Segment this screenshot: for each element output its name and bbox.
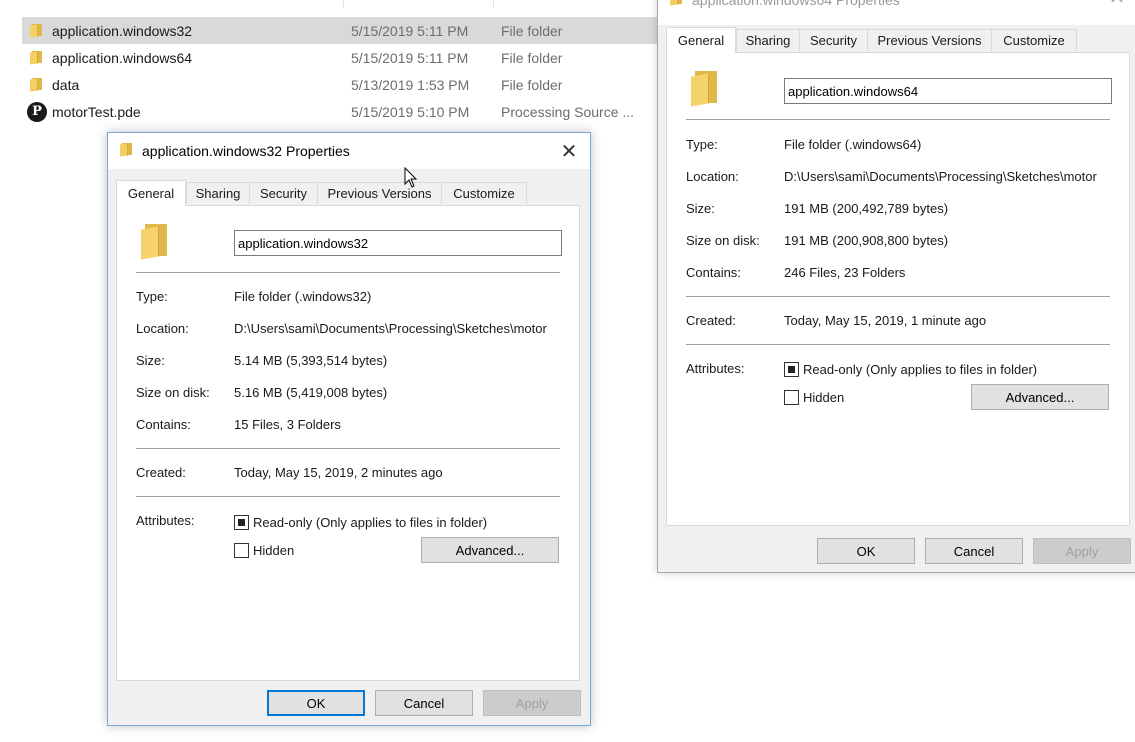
tab-previous-versions[interactable]: Previous Versions: [867, 29, 992, 51]
file-date: 5/15/2019 5:11 PM: [351, 22, 469, 39]
general-tab-panel: Type: File folder (.windows32) Location:…: [116, 205, 580, 681]
file-name: application.windows64: [52, 49, 193, 66]
location-value: D:\Users\sami\Documents\Processing\Sketc…: [784, 169, 1097, 184]
file-type: File folder: [501, 76, 563, 93]
created-label: Created:: [686, 313, 736, 328]
apply-button[interactable]: Apply: [1033, 538, 1131, 564]
file-name: motorTest.pde: [52, 103, 141, 120]
readonly-label[interactable]: Read-only (Only applies to files in fold…: [803, 362, 1037, 377]
tab-previous-versions[interactable]: Previous Versions: [317, 182, 442, 204]
properties-dialog-windows32[interactable]: application.windows32 Properties ✕ Gener…: [107, 132, 591, 726]
size-on-disk-label: Size on disk:: [136, 385, 210, 400]
size-label: Size:: [136, 353, 165, 368]
file-name: application.windows32: [52, 22, 193, 39]
dialog-titlebar[interactable]: application.windows32 Properties ✕: [108, 133, 590, 169]
dialog-title: application.windows64 Properties: [692, 0, 900, 8]
folder-icon: [22, 44, 52, 71]
file-date: 5/15/2019 5:11 PM: [351, 49, 469, 66]
separator: [136, 272, 560, 273]
contains-value: 15 Files, 3 Folders: [234, 417, 341, 432]
file-row-data[interactable]: data 5/13/2019 1:53 PM File folder: [22, 71, 662, 98]
attributes-label: Attributes:: [686, 361, 745, 376]
file-row-motortest-pde[interactable]: P motorTest.pde 5/15/2019 5:10 PM Proces…: [22, 98, 662, 125]
properties-dialog-windows64[interactable]: application.windows64 Properties ✕ Gener…: [657, 0, 1135, 573]
contains-value: 246 Files, 23 Folders: [784, 265, 906, 280]
folder-icon: [22, 71, 52, 98]
location-value: D:\Users\sami\Documents\Processing\Sketc…: [234, 321, 547, 336]
tab-strip: General Sharing Security Previous Versio…: [116, 180, 582, 206]
separator: [686, 296, 1110, 297]
hidden-label[interactable]: Hidden: [253, 543, 294, 558]
advanced-button[interactable]: Advanced...: [421, 537, 559, 563]
tab-sharing[interactable]: Sharing: [736, 29, 800, 51]
attributes-label: Attributes:: [136, 513, 195, 528]
file-type: File folder: [501, 49, 563, 66]
column-separator: [343, 0, 344, 8]
file-date: 5/15/2019 5:10 PM: [351, 103, 470, 120]
separator: [686, 119, 1110, 120]
cancel-button[interactable]: Cancel: [375, 690, 473, 716]
dialog-titlebar[interactable]: application.windows64 Properties ✕: [658, 0, 1135, 25]
processing-file-icon: P: [22, 98, 52, 125]
folder-icon: [691, 71, 719, 107]
tab-security[interactable]: Security: [249, 182, 318, 204]
cancel-button[interactable]: Cancel: [925, 538, 1023, 564]
general-tab-panel: Type: File folder (.windows64) Location:…: [666, 52, 1130, 526]
separator: [136, 496, 560, 497]
file-row-application-windows32[interactable]: application.windows32 5/15/2019 5:11 PM …: [22, 17, 662, 44]
folder-name-input[interactable]: [784, 78, 1112, 104]
created-label: Created:: [136, 465, 186, 480]
size-value: 191 MB (200,492,789 bytes): [784, 201, 949, 216]
size-on-disk-label: Size on disk:: [686, 233, 760, 248]
column-separator: [493, 0, 494, 8]
ok-button[interactable]: OK: [817, 538, 915, 564]
type-label: Type:: [686, 137, 718, 152]
contains-label: Contains:: [686, 265, 741, 280]
size-label: Size:: [686, 201, 715, 216]
mouse-pointer-icon: [404, 167, 418, 188]
tab-general[interactable]: General: [116, 180, 186, 206]
tab-sharing[interactable]: Sharing: [186, 182, 250, 204]
close-button[interactable]: ✕: [554, 137, 584, 165]
type-label: Type:: [136, 289, 168, 304]
created-value: Today, May 15, 2019, 1 minute ago: [784, 313, 987, 328]
ok-button[interactable]: OK: [267, 690, 365, 716]
size-value: 5.14 MB (5,393,514 bytes): [234, 353, 388, 368]
folder-name-input[interactable]: [234, 230, 562, 256]
file-row-application-windows64[interactable]: application.windows64 5/15/2019 5:11 PM …: [22, 44, 662, 71]
apply-button[interactable]: Apply: [483, 690, 581, 716]
advanced-button[interactable]: Advanced...: [971, 384, 1109, 410]
readonly-label[interactable]: Read-only (Only applies to files in fold…: [253, 515, 487, 530]
type-value: File folder (.windows32): [234, 289, 372, 304]
tab-general[interactable]: General: [666, 27, 736, 53]
contains-label: Contains:: [136, 417, 191, 432]
readonly-checkbox[interactable]: [234, 515, 249, 530]
hidden-checkbox[interactable]: [234, 543, 249, 558]
type-value: File folder (.windows64): [784, 137, 922, 152]
tab-customize[interactable]: Customize: [991, 29, 1077, 51]
dialog-title: application.windows32 Properties: [142, 143, 350, 159]
separator: [136, 448, 560, 449]
tab-security[interactable]: Security: [799, 29, 868, 51]
separator: [686, 344, 1110, 345]
file-date: 5/13/2019 1:53 PM: [351, 76, 470, 93]
close-button[interactable]: ✕: [1102, 0, 1132, 11]
created-value: Today, May 15, 2019, 2 minutes ago: [234, 465, 443, 480]
tab-strip: General Sharing Security Previous Versio…: [666, 27, 1135, 53]
location-label: Location:: [136, 321, 189, 336]
size-on-disk-value: 191 MB (200,908,800 bytes): [784, 233, 949, 248]
folder-icon: [22, 17, 52, 44]
readonly-checkbox[interactable]: [784, 362, 799, 377]
hidden-checkbox[interactable]: [784, 390, 799, 405]
file-name: data: [52, 76, 80, 93]
folder-icon: [141, 224, 169, 260]
size-on-disk-value: 5.16 MB (5,419,008 bytes): [234, 385, 388, 400]
file-type: File folder: [501, 22, 563, 39]
file-type: Processing Source ...: [501, 103, 635, 120]
hidden-label[interactable]: Hidden: [803, 390, 844, 405]
location-label: Location:: [686, 169, 739, 184]
tab-customize[interactable]: Customize: [441, 182, 527, 204]
